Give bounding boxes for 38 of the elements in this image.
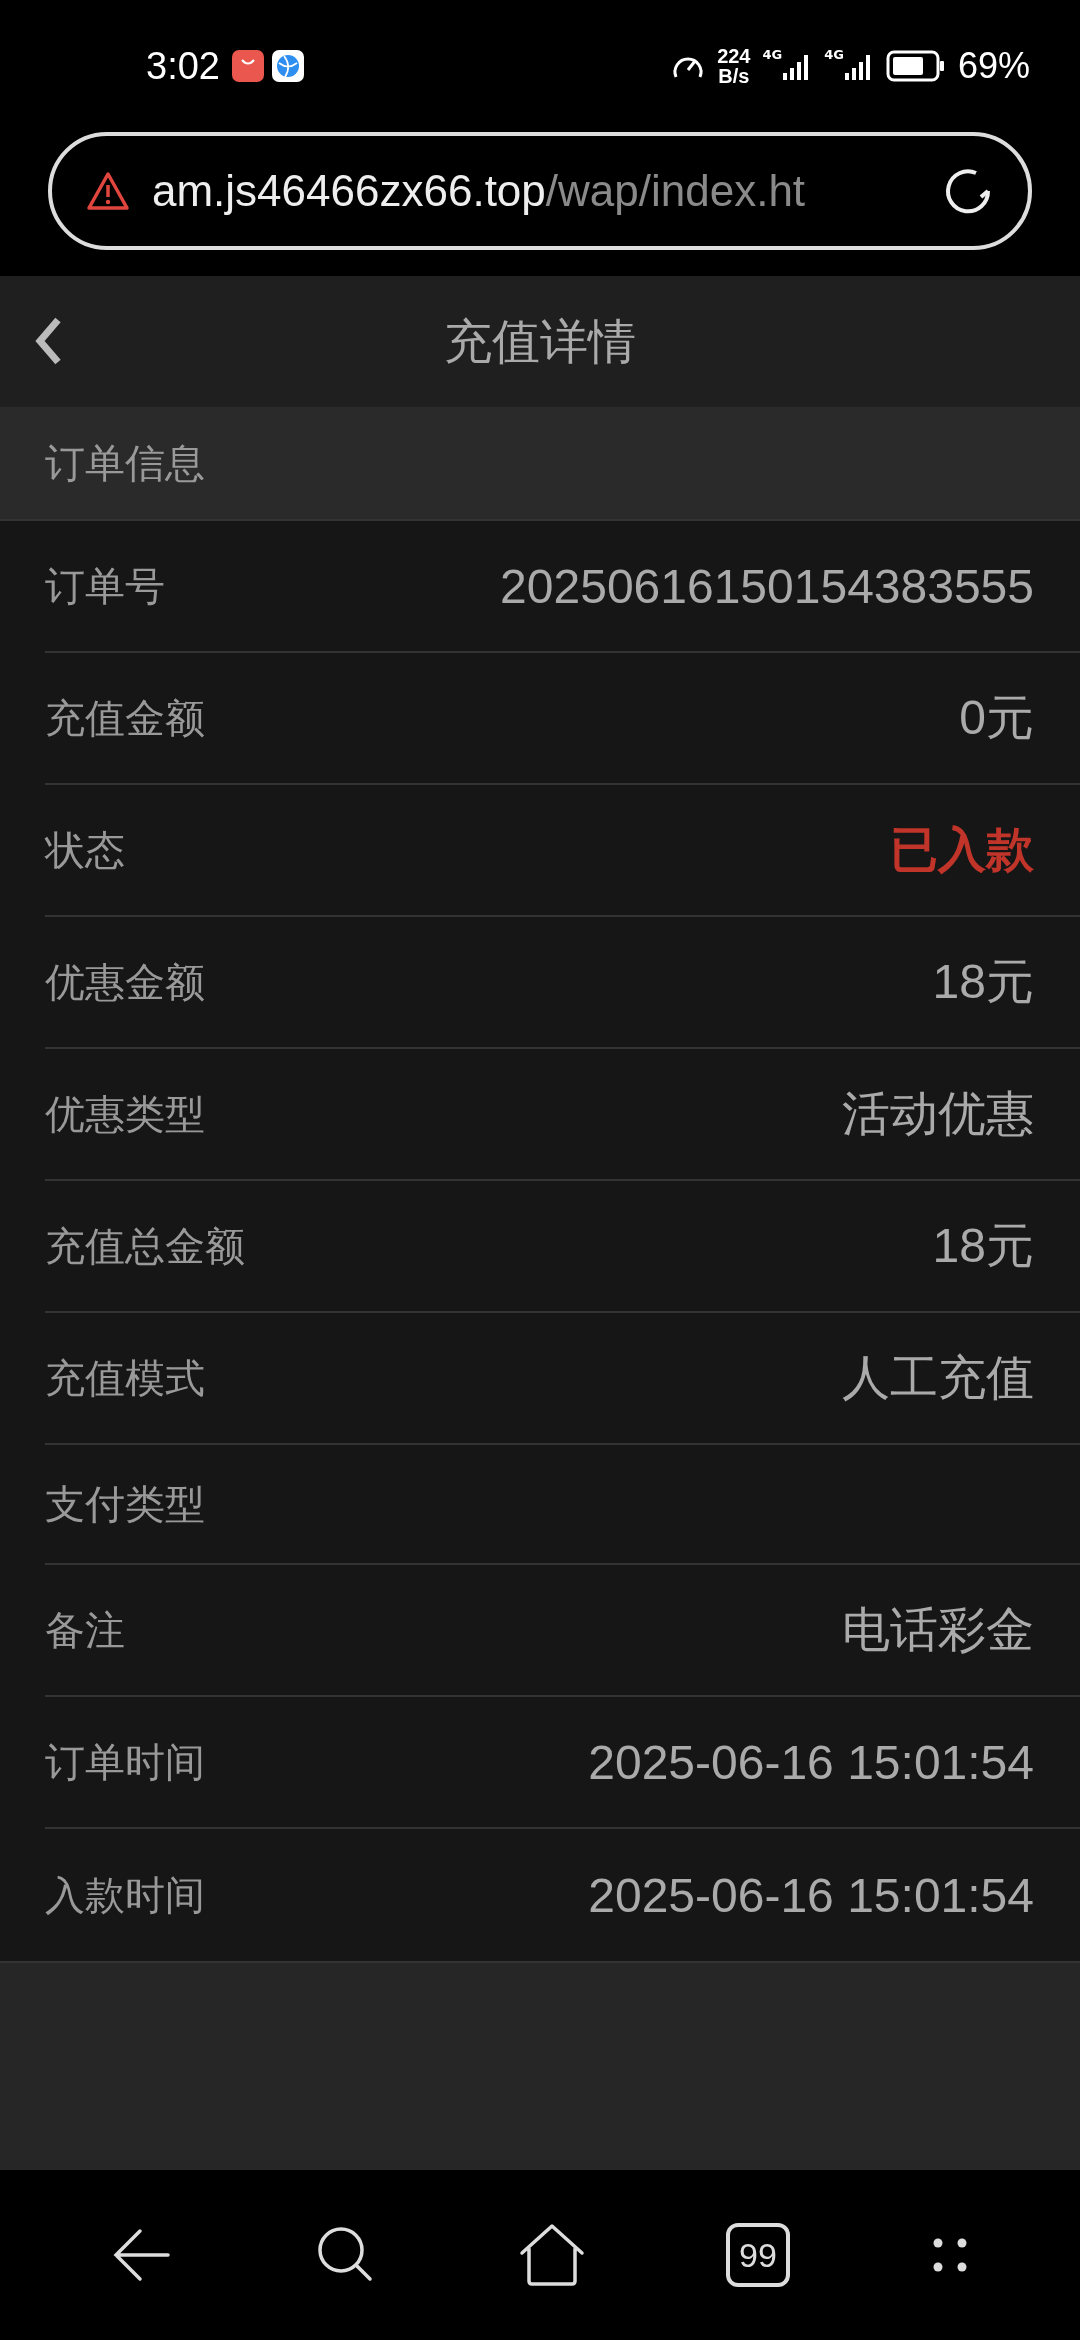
tabs-count-button[interactable]: 99 xyxy=(726,2223,790,2287)
field-label: 优惠金额 xyxy=(45,957,205,1007)
field-value: 2025-06-16 15:01:54 xyxy=(588,1734,1034,1790)
field-label: 备注 xyxy=(45,1605,125,1655)
status-value: 已入款 xyxy=(890,820,1034,879)
network-speed: 224 xyxy=(717,46,751,66)
field-label: 状态 xyxy=(45,825,125,875)
field-label: 充值模式 xyxy=(45,1353,205,1403)
page-title: 充值详情 xyxy=(444,311,636,371)
address-bar[interactable]: am.js46466zx66.top/wap/index.ht xyxy=(48,132,1032,250)
field-label: 订单号 xyxy=(45,561,165,611)
field-value: 活动优惠 xyxy=(842,1086,1034,1142)
field-label: 入款时间 xyxy=(45,1870,205,1920)
battery-icon xyxy=(885,50,946,82)
globe-icon xyxy=(271,50,304,82)
field-value: 电话彩金 xyxy=(842,1602,1034,1658)
field-value: 18元 xyxy=(932,1218,1034,1274)
field-label: 优惠类型 xyxy=(45,1089,205,1139)
network-type: 4G xyxy=(762,47,783,62)
battery-percent: 69% xyxy=(957,45,1030,87)
shopping-bag-icon xyxy=(231,50,264,82)
field-value: 人工充值 xyxy=(842,1350,1034,1406)
clock-time: 3:02 xyxy=(146,44,220,88)
speed-unit: B/s xyxy=(718,66,750,86)
field-label: 充值总金额 xyxy=(45,1221,245,1271)
field-value: 0元 xyxy=(959,690,1034,746)
field-value: 18元 xyxy=(932,954,1034,1010)
home-icon[interactable] xyxy=(518,2223,586,2287)
field-label: 充值金额 xyxy=(45,693,205,743)
field-value: 2025-06-16 15:01:54 xyxy=(588,1867,1034,1923)
field-label: 订单时间 xyxy=(45,1737,205,1787)
warning-icon xyxy=(86,171,130,211)
url-host: am.js46466zx66.top xyxy=(152,166,546,215)
field-label: 支付类型 xyxy=(45,1479,205,1529)
network-type: 4G xyxy=(824,47,844,62)
section-title: 订单信息 xyxy=(45,438,205,488)
field-value: 20250616150154383555 xyxy=(500,558,1034,614)
url-path: /wap/index.ht xyxy=(545,166,806,215)
